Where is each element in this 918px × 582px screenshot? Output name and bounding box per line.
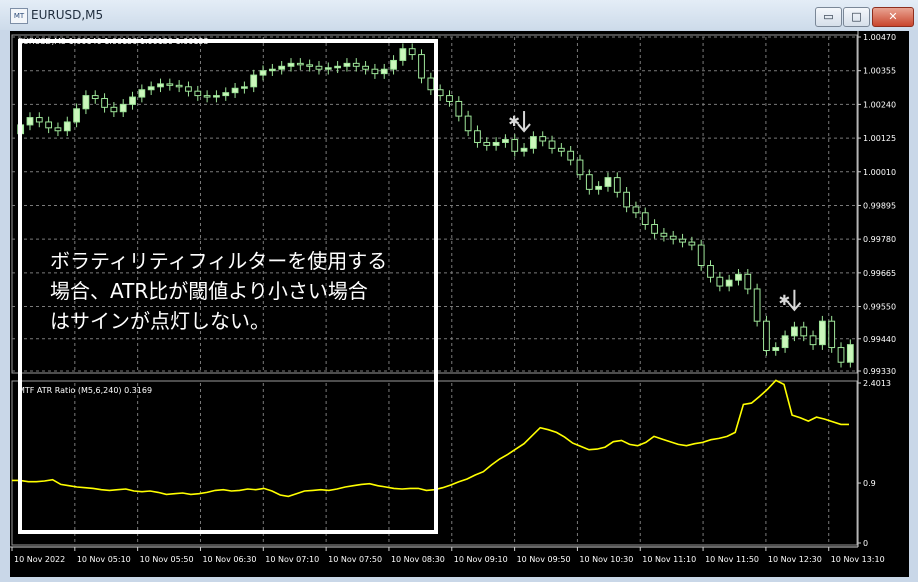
price-tick-label: 1.00125 xyxy=(863,134,896,143)
bear-candle xyxy=(809,335,817,346)
bear-candle xyxy=(679,238,686,243)
time-tick-label: 10 Nov 05:10 xyxy=(77,555,131,564)
bull-candle xyxy=(772,347,780,351)
time-tick-label: 10 Nov 2022 xyxy=(14,555,65,564)
bull-candle xyxy=(529,136,537,149)
terminal-window: MT EURUSD,M5 ▭ □ ✕ 1.00470 1.00355 1.00240… xyxy=(0,0,918,582)
bull-candle xyxy=(791,326,798,337)
chart-window-icon: MT xyxy=(10,8,28,24)
bear-candle xyxy=(707,265,714,278)
time-tick-label: 10 Nov 13:10 xyxy=(831,555,885,564)
price-tick-label: 1.00010 xyxy=(863,168,896,177)
bear-candle xyxy=(716,276,724,287)
bear-candle xyxy=(651,224,658,234)
price-tick-label: 0.99330 xyxy=(863,367,896,376)
star-icon: ✱ xyxy=(508,114,520,130)
time-tick-label: 10 Nov 09:10 xyxy=(454,555,508,564)
bear-candle xyxy=(828,320,836,349)
time-tick-label: 10 Nov 11:10 xyxy=(642,555,696,564)
star-icon: ✱ xyxy=(779,293,791,309)
bear-candle xyxy=(837,347,845,363)
bear-candle xyxy=(455,100,463,117)
time-tick-label: 10 Nov 10:30 xyxy=(579,555,633,564)
time-tick-label: 10 Nov 07:10 xyxy=(265,555,319,564)
maximize-button[interactable]: □ xyxy=(843,7,870,27)
bull-candle xyxy=(781,335,789,349)
window-title: EURUSD,M5 xyxy=(31,8,104,22)
title-bar[interactable]: MT EURUSD,M5 ▭ □ ✕ xyxy=(0,0,918,30)
bear-candle xyxy=(660,232,668,237)
bear-candle xyxy=(688,241,696,246)
price-tick-label: 0.99895 xyxy=(863,201,896,210)
bear-candle xyxy=(623,191,630,208)
bear-candle xyxy=(464,115,472,132)
bear-candle xyxy=(436,89,444,97)
price-tick-label: 1.00470 xyxy=(863,33,896,42)
close-button[interactable]: ✕ xyxy=(872,7,914,27)
bear-candle xyxy=(446,95,453,102)
time-tick-label: 10 Nov 05:50 xyxy=(140,555,194,564)
bull-candle xyxy=(520,147,528,152)
minimize-button[interactable]: ▭ xyxy=(815,7,842,27)
price-tick-label: 0.99440 xyxy=(863,335,896,344)
annotation-line-3: はサインが点灯しない。 xyxy=(50,309,270,333)
bear-candle xyxy=(483,141,491,146)
time-tick-label: 10 Nov 06:30 xyxy=(202,555,256,564)
price-tick-label: 0.99665 xyxy=(863,269,896,278)
bear-candle xyxy=(539,136,547,142)
bear-candle xyxy=(576,159,584,176)
annotation-line-1: ボラティリティフィルターを使用する xyxy=(50,249,388,273)
bear-candle xyxy=(800,326,808,337)
bull-candle xyxy=(604,177,612,187)
bear-candle xyxy=(753,288,761,322)
bear-candle xyxy=(613,177,621,193)
time-tick-label: 10 Nov 11:50 xyxy=(705,555,759,564)
sell-signal-arrow: ✱ xyxy=(779,289,802,312)
bear-candle xyxy=(763,320,770,351)
chart-area[interactable]: 1.00470 1.00355 1.00240 1.00125 1.00010 0.998… xyxy=(10,31,909,577)
time-tick-label: 10 Nov 08:30 xyxy=(391,555,445,564)
time-tick-label: 10 Nov 07:50 xyxy=(328,555,382,564)
price-tick-label: 1.00355 xyxy=(863,67,896,76)
bear-candle xyxy=(669,235,677,240)
sell-signal-arrow: ✱ xyxy=(508,111,531,133)
bear-candle xyxy=(744,273,752,290)
indicator-tick-label: 0 xyxy=(863,539,868,548)
bear-candle xyxy=(632,206,640,214)
bear-candle xyxy=(557,147,565,152)
bear-candle xyxy=(641,212,649,226)
time-tick-label: 10 Nov 12:30 xyxy=(768,555,822,564)
price-tick-label: 0.99550 xyxy=(863,303,896,312)
bear-candle xyxy=(567,150,575,161)
bull-candle xyxy=(735,273,742,281)
bull-candle xyxy=(725,279,733,287)
bull-candle xyxy=(846,344,854,363)
bear-candle xyxy=(697,244,705,267)
bear-candle xyxy=(474,130,481,143)
time-tick-label: 10 Nov 09:50 xyxy=(517,555,571,564)
price-tick-label: 0.99780 xyxy=(863,235,896,244)
annotation-line-2: 場合、ATR比が閾値より小さい場合 xyxy=(50,279,368,303)
bear-candle xyxy=(511,139,519,152)
bull-candle xyxy=(502,139,509,143)
indicator-tick-label: 2.4013 xyxy=(863,379,891,388)
bull-candle xyxy=(492,141,500,146)
price-tick-label: 1.00240 xyxy=(863,100,896,109)
annotation-text: ボラティリティフィルターを使用する 場合、ATR比が閾値より小さい場合 はサイン… xyxy=(50,246,430,336)
bull-candle xyxy=(595,185,603,190)
indicator-tick-label: 0.9 xyxy=(863,479,876,488)
bear-candle xyxy=(548,140,556,149)
bear-candle xyxy=(585,174,593,190)
bull-candle xyxy=(818,320,826,346)
